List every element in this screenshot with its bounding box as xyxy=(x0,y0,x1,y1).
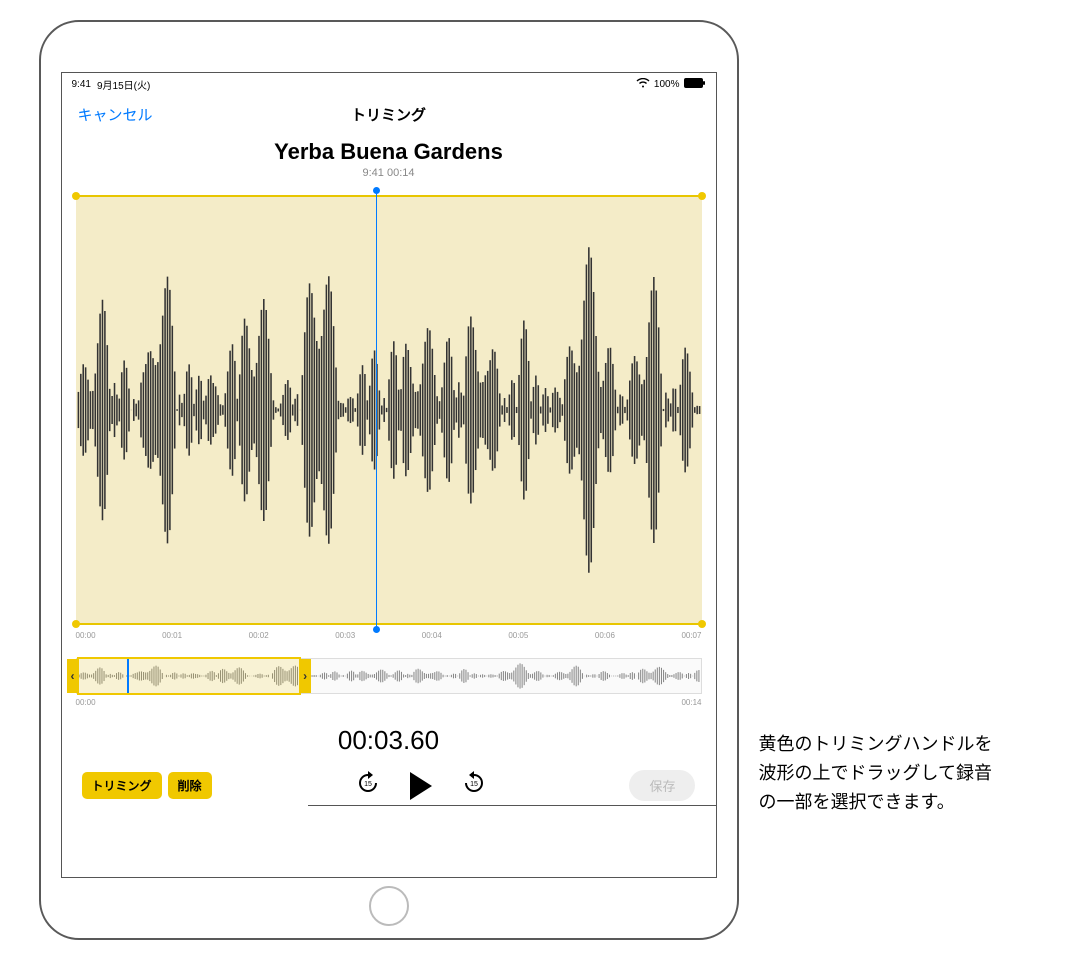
status-time: 9:41 xyxy=(72,79,91,90)
playhead[interactable] xyxy=(376,191,377,629)
nav-bar: キャンセル トリミング xyxy=(62,96,716,133)
status-bar: 9:41 9月15日(火) 100% xyxy=(62,73,716,96)
tick: 00:01 xyxy=(162,631,182,640)
overview-start: 00:00 xyxy=(76,698,96,707)
tick: 00:05 xyxy=(508,631,528,640)
trim-button[interactable]: トリミング xyxy=(82,772,162,799)
ipad-device-frame: 9:41 9月15日(火) 100% キャンセル トリミング xyxy=(39,20,739,940)
waveform-main[interactable] xyxy=(76,195,702,625)
overview-times: 00:00 00:14 xyxy=(76,698,702,707)
waveform-svg xyxy=(76,197,702,623)
overview-end: 00:14 xyxy=(681,698,701,707)
home-button[interactable] xyxy=(369,886,409,926)
callout-line xyxy=(308,805,717,806)
tick: 00:03 xyxy=(335,631,355,640)
svg-text:15: 15 xyxy=(470,781,478,788)
recording-title: Yerba Buena Gardens xyxy=(62,139,716,165)
play-button[interactable] xyxy=(410,772,432,800)
tick: 00:02 xyxy=(249,631,269,640)
nav-title: トリミング xyxy=(351,104,426,125)
wifi-icon xyxy=(636,78,650,91)
callout-line3: の一部を選択できます。 xyxy=(759,792,955,812)
tick: 00:00 xyxy=(76,631,96,640)
battery-icon xyxy=(684,78,706,91)
timer: 00:03.60 xyxy=(62,725,716,756)
trim-selection[interactable]: ‹ › xyxy=(77,657,302,695)
trim-handle-right[interactable]: › xyxy=(299,659,311,693)
save-button[interactable]: 保存 xyxy=(629,770,695,801)
delete-button[interactable]: 削除 xyxy=(168,772,212,799)
callout-text: 黄色のトリミングハンドルを 波形の上でドラッグして録音 の一部を選択できます。 xyxy=(759,730,1039,816)
skip-forward-15-icon[interactable]: 15 xyxy=(462,771,486,800)
battery-percent: 100% xyxy=(654,79,680,90)
controls: トリミング 削除 15 15 保存 xyxy=(62,756,716,801)
waveform-overview[interactable]: ‹ › xyxy=(76,658,702,694)
callout-line2: 波形の上でドラッグして録音 xyxy=(759,763,992,783)
recording-header: Yerba Buena Gardens 9:41 00:14 xyxy=(62,133,716,183)
callout-line1: 黄色のトリミングハンドルを xyxy=(759,734,993,754)
cancel-button[interactable]: キャンセル xyxy=(78,104,153,125)
screen: 9:41 9月15日(火) 100% キャンセル トリミング xyxy=(61,72,717,878)
time-ticks: 00:00 00:01 00:02 00:03 00:04 00:05 00:0… xyxy=(76,631,702,640)
recording-subtitle: 9:41 00:14 xyxy=(62,167,716,179)
status-date: 9月15日(火) xyxy=(97,77,150,92)
tick: 00:07 xyxy=(681,631,701,640)
overview-playhead[interactable] xyxy=(127,659,129,693)
tick: 00:04 xyxy=(422,631,442,640)
skip-back-15-icon[interactable]: 15 xyxy=(356,771,380,800)
svg-text:15: 15 xyxy=(364,781,372,788)
trim-handle-left[interactable]: ‹ xyxy=(67,659,79,693)
tick: 00:06 xyxy=(595,631,615,640)
